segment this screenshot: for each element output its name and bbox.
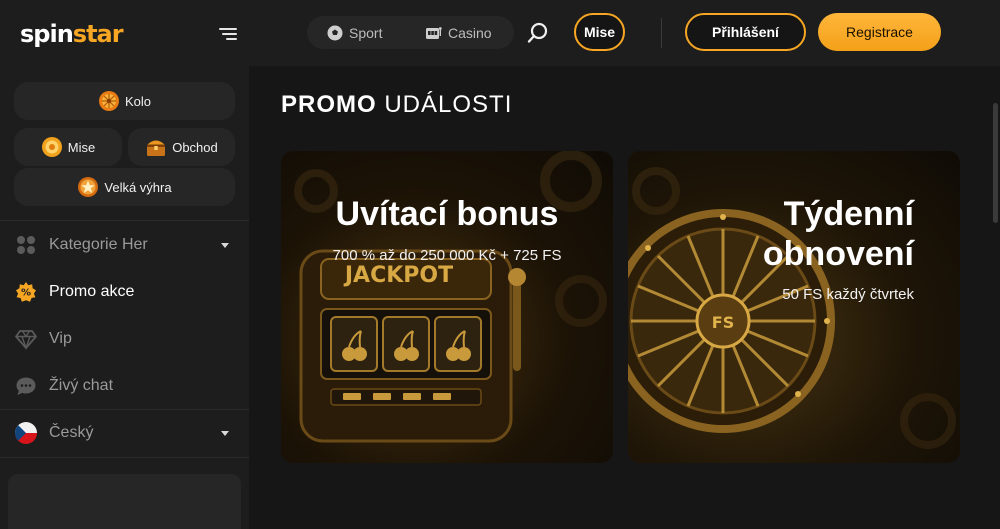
wheel-icon bbox=[98, 91, 119, 111]
main-content: PROMO UDÁLOSTI JACKPOT Uvítací bonus 700… bbox=[249, 66, 1000, 529]
card-subtitle: 50 FS každý čtvrtek bbox=[782, 286, 914, 303]
coin-target-icon bbox=[41, 137, 62, 157]
card-title-line1: Týdenní bbox=[783, 195, 914, 233]
diamond-icon bbox=[15, 330, 37, 350]
card-title: Uvítací bonus bbox=[335, 195, 559, 233]
sidebar: Kolo Mise Obchod Velká výhra Kategorie H… bbox=[0, 66, 249, 529]
logo-text-star: star bbox=[72, 20, 124, 48]
sidebar-divider bbox=[0, 220, 249, 221]
login-button[interactable]: Přihlášení bbox=[685, 13, 806, 51]
mise-sidebar-button[interactable]: Mise bbox=[14, 128, 122, 166]
card-title-line2: obnovení bbox=[762, 235, 914, 273]
casino-tab[interactable]: Casino bbox=[426, 16, 492, 49]
grid-dots-icon bbox=[17, 236, 35, 254]
sidebar-bottom-card bbox=[8, 474, 241, 529]
sidebar-item-label: Promo akce bbox=[49, 283, 135, 300]
velka-vyhra-label: Velká výhra bbox=[104, 179, 172, 195]
chat-icon bbox=[16, 377, 36, 395]
soccer-ball-icon bbox=[327, 25, 343, 40]
promo-card-weekly-refresh[interactable]: FS Týdenní obnovení 50 FS každý čtvrtek bbox=[628, 151, 960, 463]
sidebar-item-vip[interactable]: Vip bbox=[0, 317, 249, 361]
czech-flag-icon bbox=[15, 422, 37, 444]
mise-button[interactable]: Mise bbox=[574, 13, 625, 51]
sport-tab-label: Sport bbox=[349, 24, 383, 41]
sidebar-item-label: Vip bbox=[49, 330, 72, 347]
treasure-chest-icon bbox=[147, 140, 166, 156]
sidebar-item-promo-akce[interactable]: % Promo akce bbox=[0, 270, 249, 314]
card-title: Týdenní obnovení bbox=[654, 194, 914, 274]
slot-machine-icon bbox=[426, 26, 442, 39]
page-scrollbar[interactable] bbox=[993, 103, 998, 223]
kolo-label: Kolo bbox=[124, 93, 152, 109]
obchod-label: Obchod bbox=[172, 139, 218, 155]
section-switcher: Sport Casino bbox=[307, 16, 514, 49]
casino-tab-label: Casino bbox=[448, 24, 492, 41]
velka-vyhra-button[interactable]: Velká výhra bbox=[14, 168, 235, 206]
chevron-down-icon bbox=[221, 242, 229, 248]
promo-badge-icon: % bbox=[16, 282, 36, 302]
svg-text:FS: FS bbox=[712, 313, 734, 332]
page-title-bold: PROMO bbox=[281, 91, 377, 118]
chevron-down-icon bbox=[221, 430, 229, 436]
language-label: Český bbox=[49, 424, 94, 441]
top-header: spinstar Sport Casino Mise Přihlášení Re… bbox=[0, 0, 1000, 66]
sidebar-item-label: Kategorie Her bbox=[49, 236, 148, 253]
mise-sidebar-label: Mise bbox=[67, 139, 96, 155]
card-subtitle: 700 % až do 250 000 Kč + 725 FS bbox=[332, 247, 562, 264]
kolo-button[interactable]: Kolo bbox=[14, 82, 235, 120]
hamburger-menu-icon[interactable] bbox=[217, 26, 237, 42]
logo-text-spin: spin bbox=[20, 20, 74, 48]
page-title: PROMO UDÁLOSTI bbox=[281, 91, 512, 119]
search-icon[interactable] bbox=[527, 22, 549, 44]
sidebar-item-zivy-chat[interactable]: Živý chat bbox=[0, 364, 249, 408]
sport-tab[interactable]: Sport bbox=[327, 16, 382, 49]
sidebar-item-label: Živý chat bbox=[49, 377, 114, 394]
sidebar-divider bbox=[0, 409, 249, 410]
language-selector[interactable]: Český bbox=[0, 411, 249, 455]
register-button[interactable]: Registrace bbox=[818, 13, 941, 51]
big-win-icon bbox=[78, 177, 99, 197]
svg-text:%: % bbox=[21, 288, 31, 299]
sidebar-item-kategorie-her[interactable]: Kategorie Her bbox=[0, 223, 249, 267]
spinstar-logo[interactable]: spinstar bbox=[20, 20, 124, 48]
promo-card-welcome-bonus[interactable]: JACKPOT Uvítací bonus 700 % až do 250 00… bbox=[281, 151, 613, 463]
obchod-button[interactable]: Obchod bbox=[128, 128, 235, 166]
page-title-rest: UDÁLOSTI bbox=[384, 91, 513, 118]
svg-text:JACKPOT: JACKPOT bbox=[343, 263, 453, 288]
sidebar-divider bbox=[0, 457, 249, 458]
header-divider bbox=[661, 18, 662, 48]
